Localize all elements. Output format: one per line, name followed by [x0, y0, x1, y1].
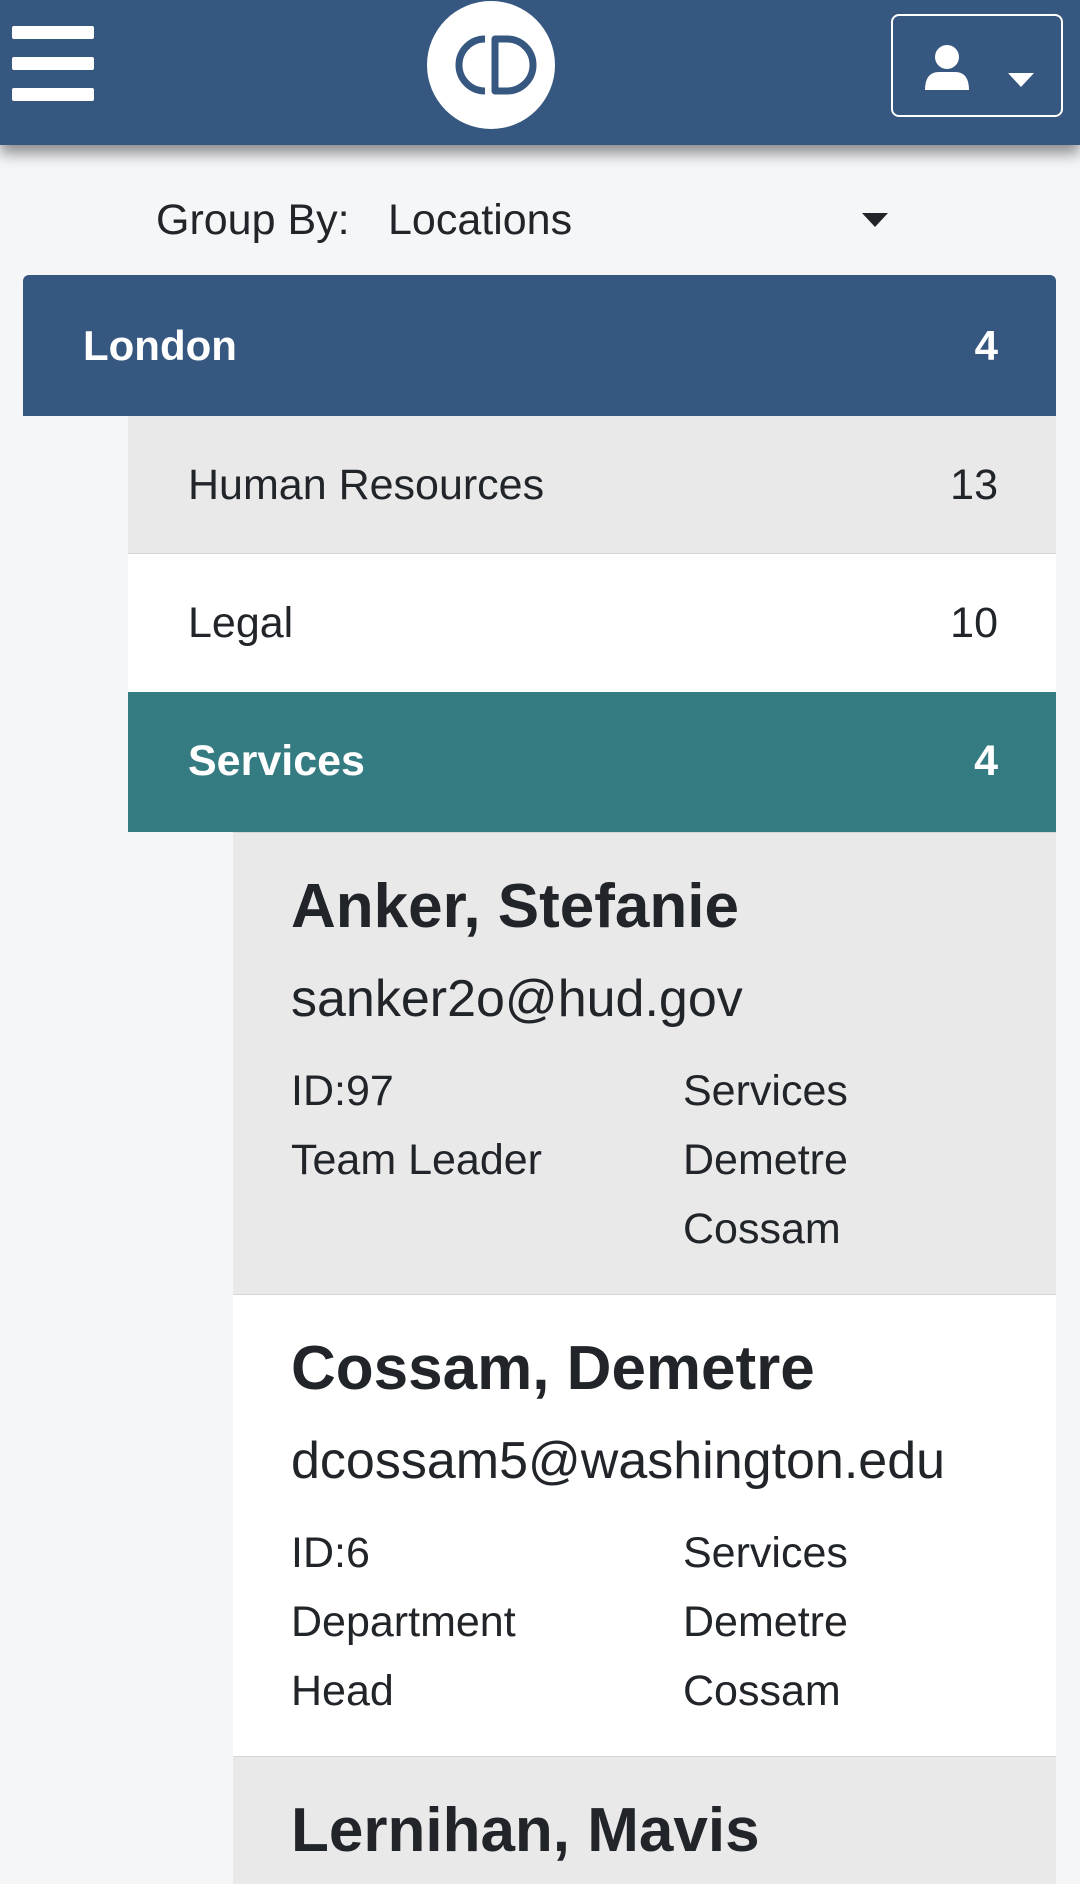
user-menu-button[interactable]	[891, 14, 1063, 117]
employee-role: Department	[291, 1598, 516, 1646]
hamburger-icon[interactable]	[12, 26, 94, 102]
top-navbar	[0, 0, 1080, 145]
employee-right-details: Services Demetre Cossam	[683, 1057, 1013, 1264]
department-row-services[interactable]: Services 4	[128, 692, 1056, 832]
employee-manager-first: Demetre	[683, 1136, 848, 1184]
employee-card[interactable]: Lernihan, Mavis	[233, 1756, 1056, 1884]
employee-left-details: ID:6 Department Head	[291, 1519, 671, 1726]
department-name: Human Resources	[188, 461, 545, 509]
department-row-legal[interactable]: Legal 10	[128, 554, 1056, 692]
employee-card[interactable]: Cossam, Demetre dcossam5@washington.edu …	[233, 1294, 1056, 1756]
cd-logo-icon	[431, 5, 551, 125]
app-logo[interactable]	[427, 1, 555, 129]
group-by-select[interactable]: Locations	[388, 190, 892, 250]
employee-id: ID:97	[291, 1067, 394, 1115]
location-name: London	[83, 322, 237, 369]
user-icon	[925, 45, 969, 90]
employee-manager-last: Cossam	[683, 1667, 841, 1715]
employee-card[interactable]: Anker, Stefanie sanker2o@hud.gov ID:97 T…	[233, 832, 1056, 1294]
employee-department: Services	[683, 1529, 848, 1577]
chevron-down-icon	[862, 213, 888, 227]
employee-email: dcossam5@washington.edu	[291, 1432, 946, 1490]
employee-role: Team Leader	[291, 1136, 542, 1184]
employee-left-details: ID:97 Team Leader	[291, 1057, 671, 1195]
employee-name: Cossam, Demetre	[291, 1334, 815, 1403]
department-count: 4	[974, 737, 998, 785]
department-row-human-resources[interactable]: Human Resources 13	[128, 416, 1056, 554]
department-name: Services	[188, 737, 365, 785]
employee-id: ID:6	[291, 1529, 370, 1577]
caret-down-icon	[1008, 73, 1034, 87]
employee-right-details: Services Demetre Cossam	[683, 1519, 1013, 1726]
group-by-row: Group By: Locations	[156, 190, 896, 250]
department-count: 13	[950, 461, 998, 509]
employee-name: Lernihan, Mavis	[291, 1796, 760, 1865]
employee-manager-first: Demetre	[683, 1598, 848, 1646]
department-count: 10	[950, 599, 998, 647]
employee-department: Services	[683, 1067, 848, 1115]
department-name: Legal	[188, 599, 294, 647]
employee-role-cont: Head	[291, 1667, 394, 1715]
employee-manager-last: Cossam	[683, 1205, 841, 1253]
group-by-selected-value: Locations	[388, 196, 573, 244]
group-by-label: Group By:	[156, 196, 350, 244]
location-count-badge: 4	[974, 322, 998, 369]
employee-email: sanker2o@hud.gov	[291, 970, 743, 1028]
employee-name: Anker, Stefanie	[291, 872, 739, 941]
location-group-london[interactable]: London 4	[23, 275, 1056, 416]
